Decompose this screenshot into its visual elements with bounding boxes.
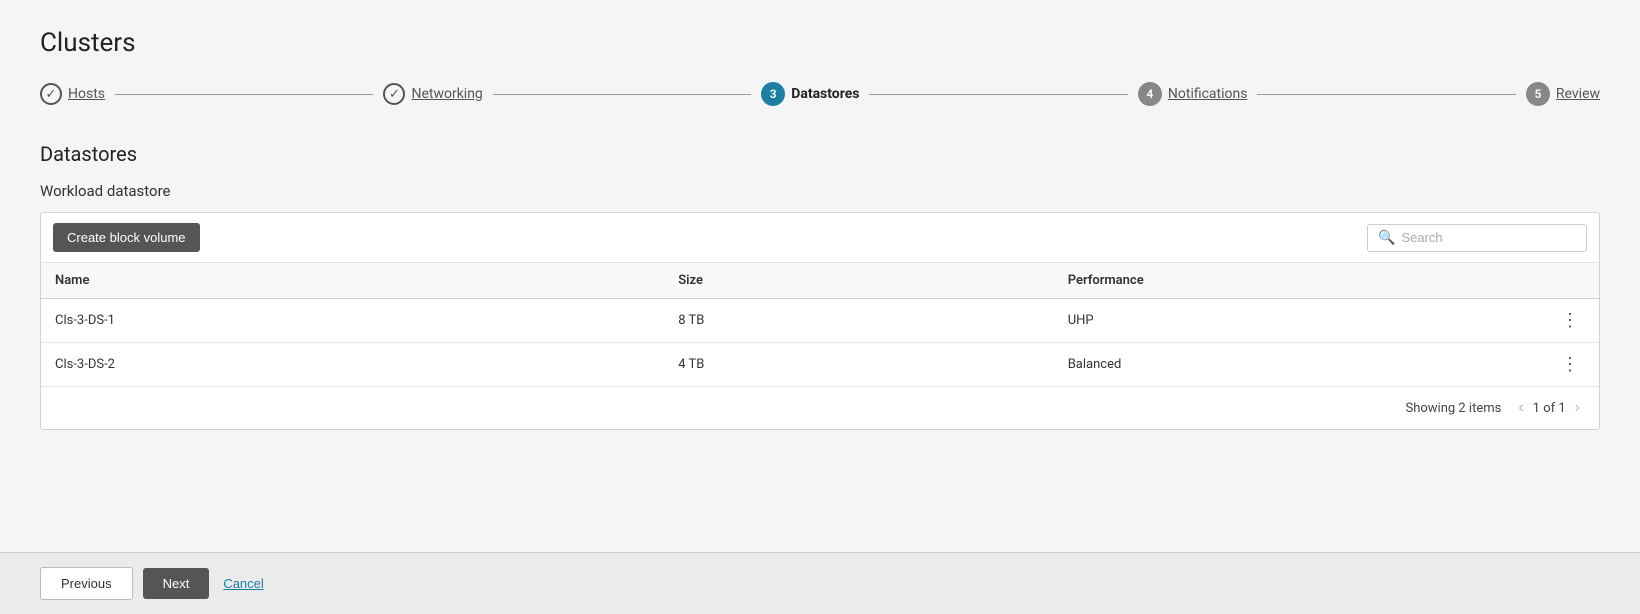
step-check-networking: ✓ xyxy=(383,83,405,105)
step-line-4 xyxy=(1257,94,1515,95)
section-title: Datastores xyxy=(40,142,1600,166)
table-header-row: Name Size Performance xyxy=(41,263,1599,299)
pagination-next-button[interactable]: › xyxy=(1570,397,1585,419)
col-header-performance: Performance xyxy=(1054,263,1521,299)
step-circle-notifications: 4 xyxy=(1138,82,1162,106)
row-more-icon-1[interactable]: ⋮ xyxy=(1555,352,1585,377)
step-label-review[interactable]: Review xyxy=(1556,86,1600,102)
step-line-1 xyxy=(115,94,373,95)
cell-actions-1: ⋮ xyxy=(1521,343,1599,387)
page-title: Clusters xyxy=(40,28,1600,58)
step-notifications: 4 Notifications xyxy=(1138,82,1248,106)
cell-name-0: Cls-3-DS-1 xyxy=(41,299,664,343)
create-block-volume-button[interactable]: Create block volume xyxy=(53,223,200,252)
col-header-name: Name xyxy=(41,263,664,299)
step-label-datastores: Datastores xyxy=(791,86,859,102)
col-header-actions xyxy=(1521,263,1599,299)
step-line-3 xyxy=(869,94,1127,95)
table-body: Cls-3-DS-1 8 TB UHP ⋮ Cls-3-DS-2 4 TB Ba… xyxy=(41,299,1599,387)
step-circle-datastores: 3 xyxy=(761,82,785,106)
bottom-bar: Previous Next Cancel xyxy=(0,552,1640,614)
table-row: Cls-3-DS-1 8 TB UHP ⋮ xyxy=(41,299,1599,343)
step-label-hosts[interactable]: Hosts xyxy=(68,86,105,102)
step-circle-review: 5 xyxy=(1526,82,1550,106)
table-toolbar: Create block volume 🔍 xyxy=(41,213,1599,263)
pagination-prev-button[interactable]: ‹ xyxy=(1513,397,1528,419)
step-review: 5 Review xyxy=(1526,82,1600,106)
pagination-info: 1 of 1 xyxy=(1533,401,1566,416)
step-check-hosts: ✓ xyxy=(40,83,62,105)
previous-button[interactable]: Previous xyxy=(40,567,133,600)
step-label-notifications[interactable]: Notifications xyxy=(1168,86,1248,102)
table-container: Create block volume 🔍 Name Size Performa… xyxy=(40,212,1600,430)
cell-performance-1: Balanced xyxy=(1054,343,1521,387)
search-input[interactable] xyxy=(1401,230,1576,245)
step-hosts: ✓ Hosts xyxy=(40,83,105,105)
table-row: Cls-3-DS-2 4 TB Balanced ⋮ xyxy=(41,343,1599,387)
col-header-size: Size xyxy=(664,263,1054,299)
pagination: ‹ 1 of 1 › xyxy=(1513,397,1585,419)
cell-name-1: Cls-3-DS-2 xyxy=(41,343,664,387)
data-table: Name Size Performance Cls-3-DS-1 8 TB UH… xyxy=(41,263,1599,386)
cell-size-0: 8 TB xyxy=(664,299,1054,343)
showing-count: Showing 2 items xyxy=(1405,401,1501,416)
step-label-networking[interactable]: Networking xyxy=(411,86,482,102)
cancel-button[interactable]: Cancel xyxy=(223,576,263,591)
page-wrapper: Clusters ✓ Hosts ✓ Networking xyxy=(0,0,1640,614)
cell-performance-0: UHP xyxy=(1054,299,1521,343)
stepper: ✓ Hosts ✓ Networking 3 Datastores xyxy=(40,82,1600,106)
next-button[interactable]: Next xyxy=(143,568,210,599)
cell-actions-0: ⋮ xyxy=(1521,299,1599,343)
step-datastores: 3 Datastores xyxy=(761,82,859,106)
cell-size-1: 4 TB xyxy=(664,343,1054,387)
table-footer: Showing 2 items ‹ 1 of 1 › xyxy=(41,386,1599,429)
main-content: Clusters ✓ Hosts ✓ Networking xyxy=(0,0,1640,552)
search-icon: 🔍 xyxy=(1378,230,1395,246)
sub-section-title: Workload datastore xyxy=(40,182,1600,200)
step-line-2 xyxy=(493,94,751,95)
step-networking: ✓ Networking xyxy=(383,83,482,105)
row-more-icon-0[interactable]: ⋮ xyxy=(1555,308,1585,333)
search-box: 🔍 xyxy=(1367,224,1587,252)
